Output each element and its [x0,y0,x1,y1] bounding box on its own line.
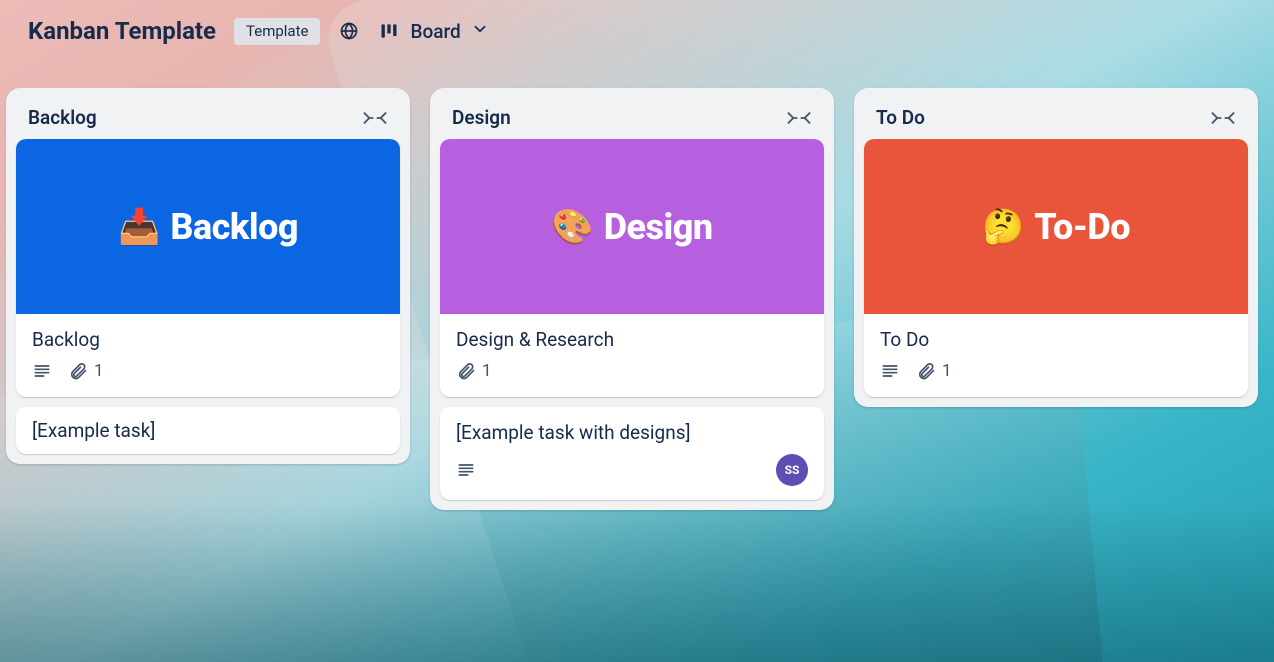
card-badges: 1 [456,361,808,381]
view-label: Board [410,20,460,43]
board-title[interactable]: Kanban Template [28,17,216,45]
card[interactable]: [Example task with designs] SS [440,407,824,500]
attachments-count: 1 [94,361,104,381]
cover-emoji: 🎨 [551,207,593,247]
list-backlog[interactable]: Backlog 📥 Backlog Backlog [6,88,410,464]
collapse-icon[interactable] [362,108,388,128]
chevron-down-icon [471,20,489,43]
card-title: Backlog [32,328,384,351]
list-todo[interactable]: To Do 🤔 To-Do To Do [854,88,1258,407]
collapse-icon[interactable] [1210,108,1236,128]
list-header: Backlog [16,98,400,139]
attachments-badge: 1 [916,361,952,381]
cover-emoji: 📥 [118,207,160,247]
cover-text: Backlog [170,206,298,248]
description-icon [880,361,900,381]
cover-text: To-Do [1034,206,1130,248]
card-badges: 1 [32,361,384,381]
board-area[interactable]: Backlog 📥 Backlog Backlog [0,62,1274,662]
board-icon [378,20,400,42]
list-name[interactable]: Backlog [28,106,97,129]
card-cover: 🎨 Design [440,139,824,314]
card[interactable]: [Example task] [16,407,400,454]
list-design[interactable]: Design 🎨 Design Design & Research [430,88,834,510]
card[interactable]: 🎨 Design Design & Research 1 [440,139,824,397]
card[interactable]: 🤔 To-Do To Do 1 [864,139,1248,397]
card-title: [Example task with designs] [456,421,808,444]
view-switcher[interactable]: Board [378,20,488,43]
description-icon [32,361,52,381]
list-name[interactable]: To Do [876,106,925,129]
board-header: Kanban Template Template Board [0,0,1274,62]
cover-text: Design [604,206,713,248]
card-title: Design & Research [456,328,808,351]
list-name[interactable]: Design [452,106,511,129]
attachments-count: 1 [942,361,952,381]
card-badges [456,460,476,480]
attachments-count: 1 [482,361,492,381]
cover-emoji: 🤔 [982,207,1024,247]
card-title: To Do [880,328,1232,351]
list-header: Design [440,98,824,139]
card[interactable]: 📥 Backlog Backlog 1 [16,139,400,397]
template-badge[interactable]: Template [234,18,320,45]
card-cover: 🤔 To-Do [864,139,1248,314]
collapse-icon[interactable] [786,108,812,128]
member-avatar[interactable]: SS [776,454,808,486]
list-header: To Do [864,98,1248,139]
card-badges: 1 [880,361,1232,381]
attachments-badge: 1 [68,361,104,381]
card-title: [Example task] [32,419,155,442]
globe-icon[interactable] [338,20,360,42]
member-initials: SS [785,463,800,477]
attachments-badge: 1 [456,361,492,381]
description-icon [456,460,476,480]
card-cover: 📥 Backlog [16,139,400,314]
